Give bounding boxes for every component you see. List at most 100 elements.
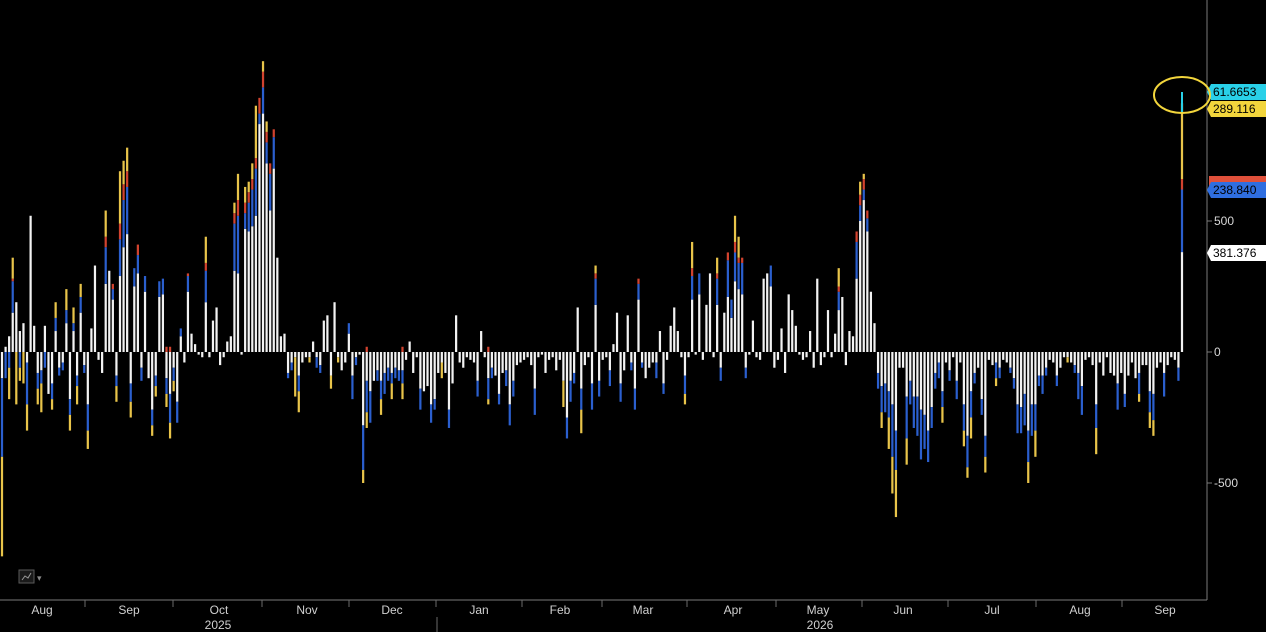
bar-segment-white: [1073, 352, 1076, 366]
bar-segment-white: [612, 344, 615, 352]
bar-segment-white: [136, 273, 139, 352]
bar-segment-yellow: [236, 173, 240, 201]
bar-segment-yellow: [390, 383, 393, 400]
bar-segment-red: [111, 283, 114, 290]
bar-segment-blue: [25, 362, 29, 405]
bar-segment-yellow: [1137, 393, 1141, 402]
bar-segment-blue: [136, 255, 139, 274]
bar-segment-white: [147, 352, 150, 379]
bar-segment-blue: [934, 372, 937, 389]
bar-segment-white: [737, 289, 740, 352]
bar-segment-white: [741, 294, 744, 352]
bar-segment-white: [1123, 352, 1126, 394]
bar-segment-white: [691, 299, 694, 352]
bar-segment-white: [79, 312, 82, 352]
bar-segment-white: [422, 352, 426, 392]
bar-segment-yellow: [984, 456, 987, 473]
chevron-down-icon[interactable]: ▾: [37, 573, 42, 583]
bar-segment-white: [480, 331, 483, 352]
bar-segment-blue: [168, 393, 172, 423]
bar-segment-white: [1163, 352, 1166, 373]
bar-segment-white: [1116, 352, 1119, 384]
bar-segment-blue: [50, 383, 54, 400]
bar-segment-blue: [594, 278, 597, 305]
bar-segment-blue: [186, 276, 190, 292]
bar-segment-white: [590, 352, 594, 384]
bar-segment-blue: [401, 370, 404, 384]
bar-segment-white: [944, 352, 948, 363]
bar-segment-blue: [272, 137, 275, 169]
bar-segment-blue: [143, 276, 147, 292]
bar-segment-white: [25, 352, 29, 363]
bar-segment-yellow: [261, 61, 265, 72]
bar-segment-white: [644, 352, 647, 379]
bar-segment-blue: [365, 380, 368, 413]
bar-segment-white: [1023, 352, 1026, 394]
bar-segment-blue: [161, 278, 165, 295]
bar-segment-blue: [698, 273, 701, 295]
bar-segment-white: [33, 325, 36, 352]
bar-segment-white: [1091, 352, 1094, 366]
bar-segment-blue: [633, 388, 637, 410]
bar-segment-yellow: [54, 302, 57, 318]
bar-segment-red: [365, 346, 368, 352]
bar-segment-white: [254, 215, 257, 352]
bar-segment-white: [919, 352, 923, 410]
bar-segment-white: [633, 352, 637, 389]
bar-segment-white: [1045, 352, 1048, 368]
bar-segment-white: [315, 352, 318, 358]
bar-segment-yellow: [18, 367, 21, 381]
bar-segment-white: [54, 331, 57, 352]
bar-segment-red: [168, 346, 172, 352]
bar-segment-yellow: [122, 160, 125, 185]
bar-segment-yellow: [837, 268, 840, 287]
bar-segment-blue: [65, 310, 68, 324]
bar-segment-yellow: [1180, 103, 1184, 180]
bar-segment-white: [140, 352, 143, 368]
bar-segment-white: [86, 352, 89, 405]
bar-segment-blue: [1152, 393, 1155, 421]
bar-segment-white: [955, 352, 958, 381]
bar-segment-yellow: [733, 215, 737, 242]
bar-segment-yellow: [65, 289, 68, 311]
bar-segment-blue: [40, 370, 43, 384]
bar-segment-white: [75, 352, 79, 376]
bar-segment-blue: [683, 375, 687, 394]
bar-segment-white: [497, 352, 501, 394]
bar-segment-white: [68, 352, 72, 400]
bar-segment-blue: [1016, 404, 1019, 434]
bar-segment-white: [244, 228, 247, 352]
bar-segment-red: [594, 273, 597, 279]
bar-segment-white: [401, 352, 404, 371]
x-month-label: Aug: [31, 603, 52, 617]
bar-segment-white: [934, 352, 937, 373]
bar-segment-yellow: [379, 399, 383, 415]
bar-segment-blue: [580, 388, 583, 410]
bar-segment-white: [530, 352, 533, 366]
bar-segment-white: [1055, 352, 1058, 376]
bar-segment-white: [279, 336, 283, 352]
bar-segment-white: [862, 200, 865, 352]
bar-segment-white: [43, 325, 47, 352]
x-month-label: Nov: [296, 603, 317, 617]
bar-segment-white: [887, 352, 890, 392]
bar-segment-white: [859, 221, 862, 352]
bar-segment-blue: [72, 323, 75, 332]
bar-segment-white: [898, 352, 901, 368]
bar-segment-white: [415, 352, 418, 358]
bar-segment-white: [247, 231, 250, 352]
bar-segment-white: [1112, 352, 1116, 376]
bar-segment-white: [823, 352, 826, 358]
x-month-label: Dec: [381, 603, 402, 617]
bar-segment-white: [844, 352, 847, 366]
bar-segment-white: [551, 352, 554, 358]
bar-segment-white: [701, 352, 704, 360]
bar-segment-blue: [122, 200, 125, 248]
bar-segment-white: [487, 352, 490, 379]
bar-segment-white: [1095, 352, 1098, 405]
bar-segment-yellow: [79, 283, 82, 297]
bar-segment-white: [830, 352, 833, 358]
bar-segment-white: [791, 310, 794, 352]
bar-segment-white: [673, 307, 676, 352]
bar-segment-yellow: [68, 414, 72, 431]
